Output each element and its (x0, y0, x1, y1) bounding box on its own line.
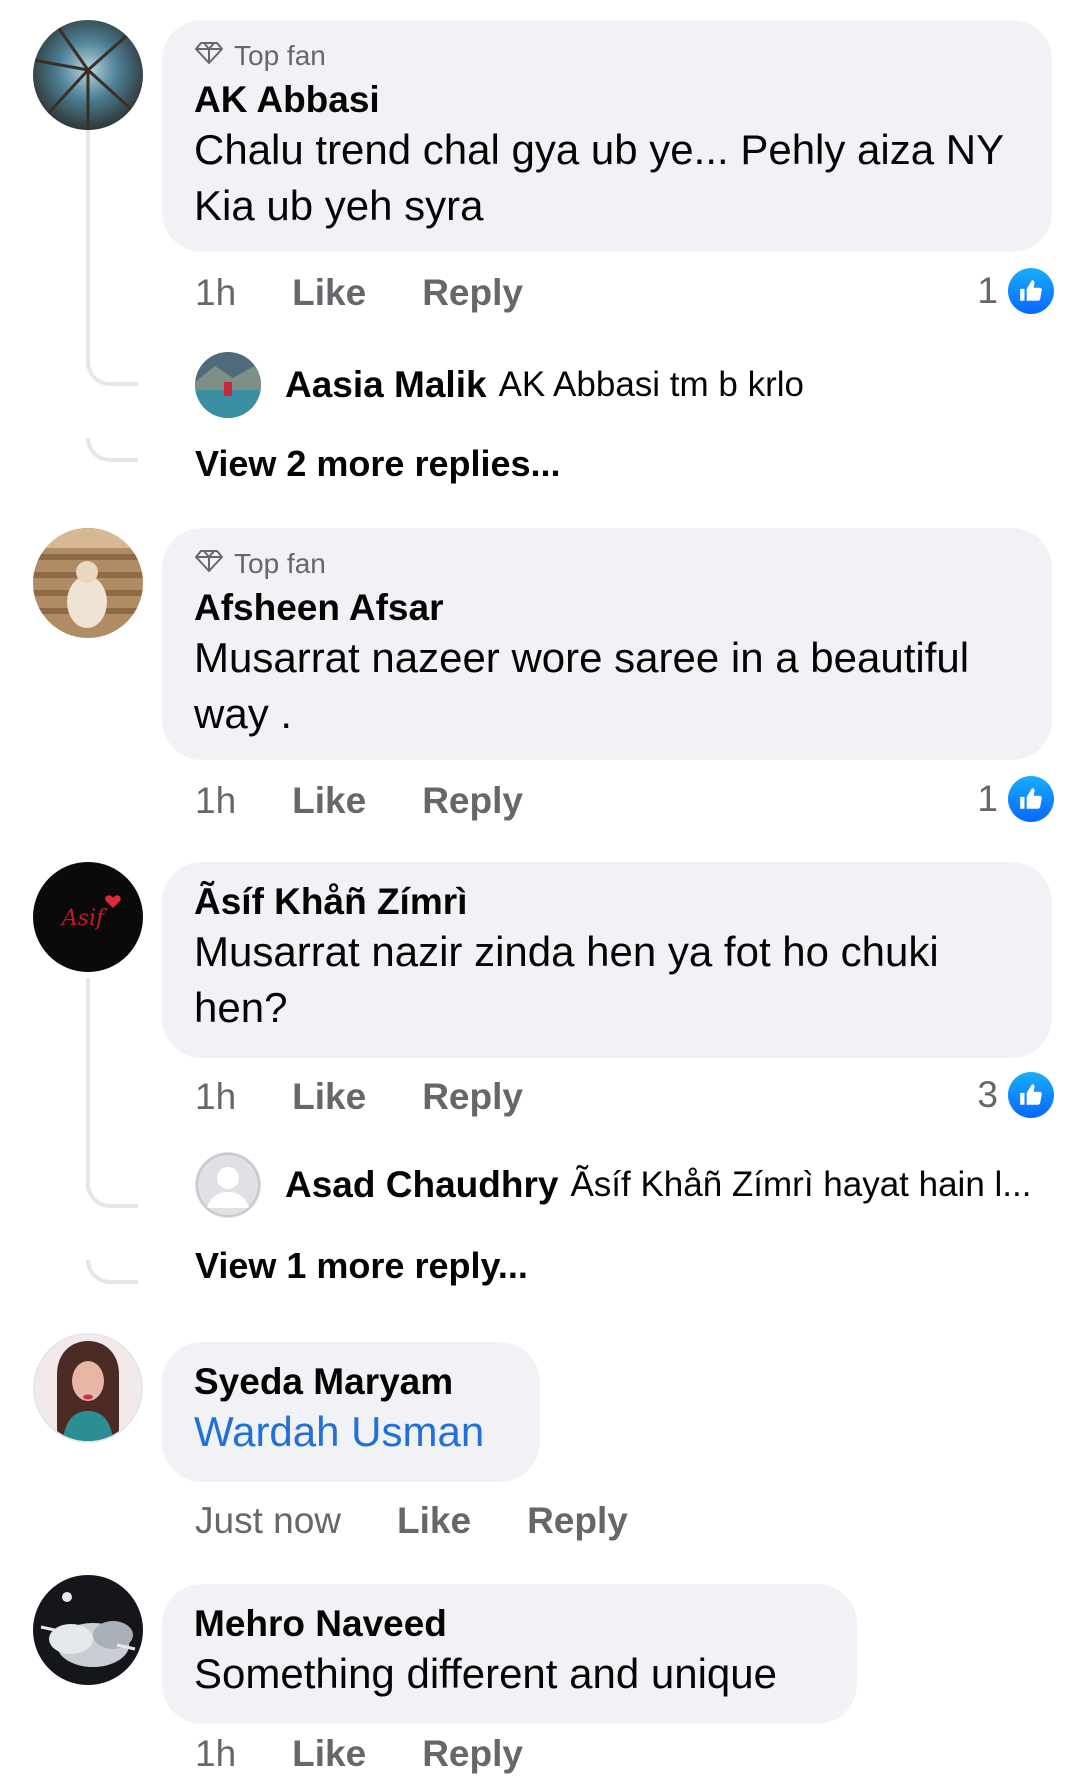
reply-preview[interactable]: Asad Chaudhry Ãsíf Khåñ Zímrì hayat hain… (195, 1150, 1055, 1220)
thread-line (86, 122, 90, 368)
comment-author[interactable]: Ãsíf Khåñ Zímrì (194, 880, 1018, 924)
thread-connector (86, 362, 138, 386)
view-more-replies[interactable]: View 2 more replies... (195, 443, 561, 485)
comment-actions: 1h Like Reply (195, 1729, 579, 1779)
reply-button[interactable]: Reply (527, 1500, 628, 1542)
comment-actions: 1h Like Reply (195, 268, 579, 318)
reply-preview[interactable]: Aasia Malik AK Abbasi tm b krlo (195, 350, 1055, 420)
comment-time[interactable]: 1h (195, 1076, 236, 1118)
like-button[interactable]: Like (292, 780, 366, 822)
reply-button[interactable]: Reply (422, 272, 523, 314)
avatar[interactable] (33, 1333, 143, 1443)
avatar-text: Asif (60, 906, 108, 931)
like-button[interactable]: Like (397, 1500, 471, 1542)
avatar[interactable]: Asif (33, 862, 143, 972)
reply-author[interactable]: Aasia Malik (285, 364, 487, 406)
thread-connector (86, 1184, 138, 1208)
avatar[interactable] (195, 352, 261, 418)
comment-actions: 1h Like Reply (195, 1072, 579, 1122)
comment-text: Musarrat nazir zinda hen ya fot ho chuki… (194, 928, 939, 1031)
like-button[interactable]: Like (292, 1076, 366, 1118)
like-button[interactable]: Like (292, 272, 366, 314)
comment-author[interactable]: Afsheen Afsar (194, 586, 1018, 630)
thread-line (86, 978, 90, 1190)
comment-text: Something different and unique (194, 1650, 777, 1697)
reaction-count: 1 (977, 270, 998, 311)
comment-actions: 1h Like Reply (195, 776, 579, 826)
comment-text: Chalu trend chal gya ub ye... Pehly aiza… (194, 126, 1004, 229)
reaction-summary[interactable]: 1 (977, 774, 1054, 824)
diamond-icon (194, 548, 224, 580)
comment-actions: Just now Like Reply (195, 1496, 684, 1546)
like-button[interactable]: Like (292, 1733, 366, 1775)
reply-author[interactable]: Asad Chaudhry (285, 1164, 558, 1206)
comment-bubble: Syeda Maryam Wardah Usman (162, 1342, 540, 1482)
reaction-summary[interactable]: 3 (977, 1070, 1054, 1120)
default-avatar-icon[interactable] (195, 1152, 261, 1218)
like-reaction-icon (1008, 1072, 1054, 1118)
badge-label: Top fan (234, 40, 326, 71)
like-reaction-icon (1008, 776, 1054, 822)
comment-bubble: Top fan AK Abbasi Chalu trend chal gya u… (162, 20, 1052, 252)
comment-text: Musarrat nazeer wore saree in a beautifu… (194, 634, 970, 737)
diamond-icon (194, 40, 224, 72)
reaction-count: 3 (977, 1074, 998, 1115)
comment-time[interactable]: Just now (195, 1500, 341, 1542)
avatar[interactable] (33, 20, 143, 130)
like-reaction-icon (1008, 268, 1054, 314)
badge-label: Top fan (234, 548, 326, 579)
top-fan-badge: Top fan (194, 38, 1018, 74)
comment-author[interactable]: AK Abbasi (194, 78, 1018, 122)
top-fan-badge: Top fan (194, 546, 1018, 582)
comment-bubble: Ãsíf Khåñ Zímrì Musarrat nazir zinda hen… (162, 862, 1052, 1058)
reaction-count: 1 (977, 778, 998, 819)
avatar[interactable] (33, 528, 143, 638)
reaction-summary[interactable]: 1 (977, 266, 1054, 316)
comment-time[interactable]: 1h (195, 272, 236, 314)
reply-button[interactable]: Reply (422, 780, 523, 822)
comment-bubble: Mehro Naveed Something different and uni… (162, 1584, 857, 1724)
reply-text: AK Abbasi tm b krlo (498, 365, 804, 404)
comment-bubble: Top fan Afsheen Afsar Musarrat nazeer wo… (162, 528, 1052, 760)
reply-button[interactable]: Reply (422, 1733, 523, 1775)
comment-author[interactable]: Syeda Maryam (194, 1360, 506, 1404)
comment-time[interactable]: 1h (195, 1733, 236, 1775)
mention-link[interactable]: Wardah Usman (194, 1404, 506, 1460)
thread-connector (86, 1260, 138, 1284)
avatar[interactable] (33, 1575, 143, 1685)
comment-author[interactable]: Mehro Naveed (194, 1602, 823, 1646)
comment-time[interactable]: 1h (195, 780, 236, 822)
view-more-replies[interactable]: View 1 more reply... (195, 1245, 528, 1287)
thread-connector (86, 438, 138, 462)
reply-button[interactable]: Reply (422, 1076, 523, 1118)
reply-text: Ãsíf Khåñ Zímrì hayat hain l... (570, 1165, 1032, 1204)
